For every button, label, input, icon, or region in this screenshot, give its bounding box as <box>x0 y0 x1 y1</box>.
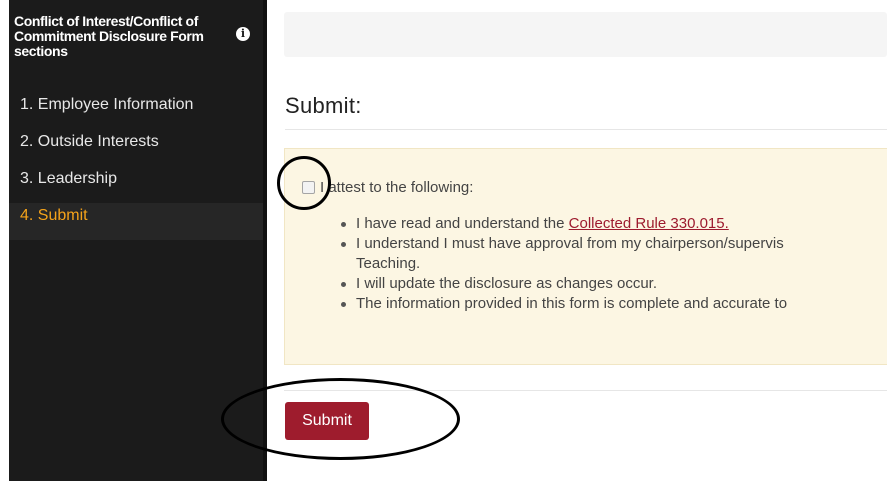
list-item: I have read and understand the Collected… <box>338 214 887 234</box>
sidebar-item-leadership[interactable]: 3. Leadership <box>9 166 263 203</box>
bullet-text-continued: Teaching. <box>356 255 421 272</box>
collected-rule-link[interactable]: Collected Rule 330.015. <box>569 215 729 232</box>
sidebar-item-submit[interactable]: 4. Submit <box>9 203 263 240</box>
list-item: The information provided in this form is… <box>338 294 887 314</box>
annotation-circle-checkbox <box>277 156 331 210</box>
divider <box>285 129 887 130</box>
attest-label: I attest to the following: <box>320 179 474 196</box>
bullet-text: I have read and understand the <box>356 215 569 232</box>
bullet-text: The information provided in this form is… <box>356 295 788 312</box>
bullet-text: I will update the disclosure as changes … <box>356 275 658 292</box>
sidebar-item-employee-information[interactable]: 1. Employee Information <box>9 92 263 129</box>
sidebar-nav: 1. Employee Information 2. Outside Inter… <box>9 92 263 240</box>
info-icon[interactable]: i <box>236 27 250 41</box>
page-title: Submit: <box>285 93 362 118</box>
list-item: I understand I must have approval from m… <box>338 234 887 274</box>
sidebar-header: Conflict of Interest/Conflict of Commitm… <box>14 13 204 59</box>
bullet-text: I understand I must have approval from m… <box>356 235 784 252</box>
list-item: I will update the disclosure as changes … <box>338 274 887 294</box>
attestation-list: I have read and understand the Collected… <box>338 214 887 314</box>
sidebar-left-edge <box>0 0 9 481</box>
sidebar-item-outside-interests[interactable]: 2. Outside Interests <box>9 129 263 166</box>
top-bar <box>284 12 887 57</box>
annotation-ellipse-submit <box>221 378 460 460</box>
